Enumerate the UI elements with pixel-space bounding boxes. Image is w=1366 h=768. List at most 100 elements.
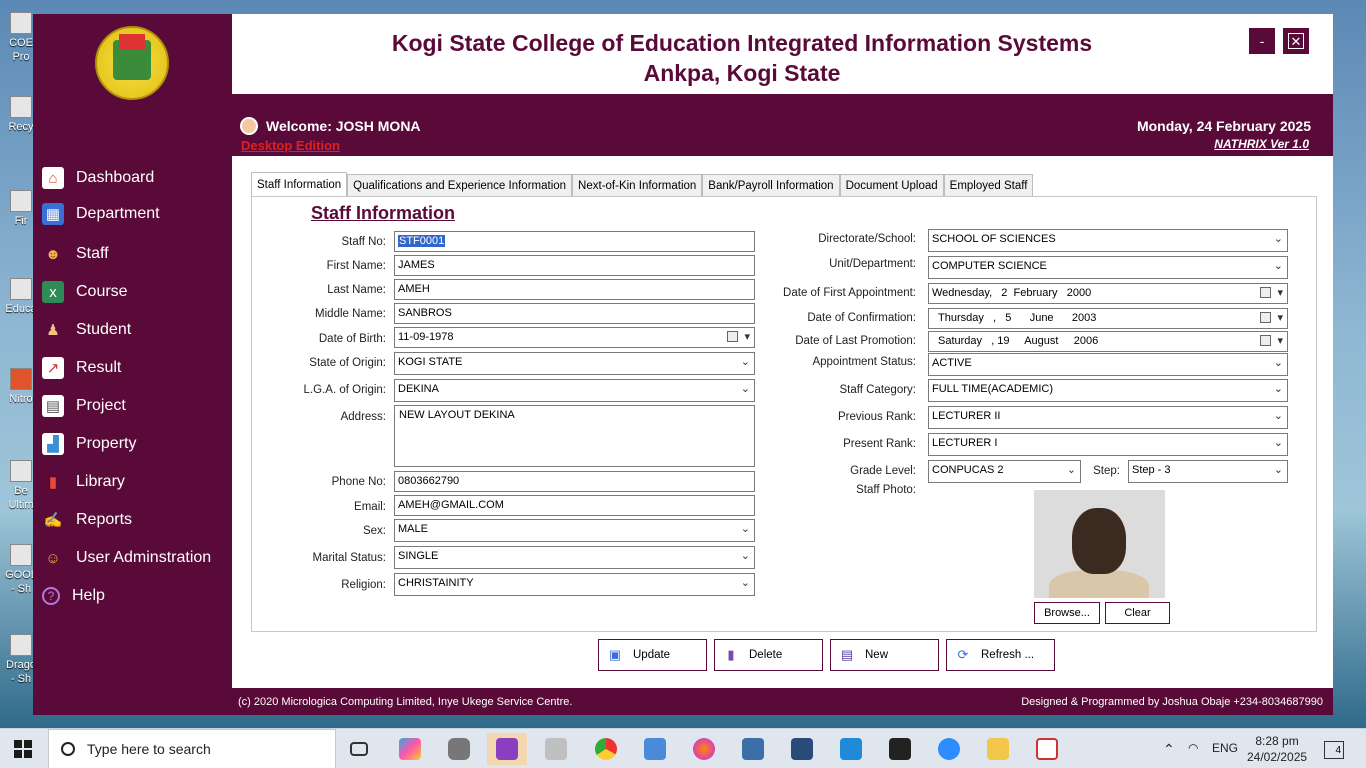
last-promotion-label: Date of Last Promotion:: [795, 335, 916, 347]
calendar-icon[interactable]: [727, 331, 738, 342]
chevron-down-icon[interactable]: ▾: [744, 330, 750, 343]
wifi-icon[interactable]: ◠: [1188, 741, 1198, 755]
new-button[interactable]: ▤ New: [830, 639, 939, 671]
taskbar-vscode[interactable]: [831, 733, 871, 765]
sidebar-item-result[interactable]: ↗ Result: [42, 353, 232, 383]
appointment-status-select[interactable]: ACTIVE ⌄: [928, 353, 1288, 376]
chevron-down-icon: ⌄: [1273, 437, 1283, 449]
app-icon: [10, 190, 32, 212]
language-indicator[interactable]: ENG: [1212, 741, 1238, 755]
last-promotion-picker[interactable]: Saturday , 19 August 2006 ▾: [928, 331, 1288, 352]
last-name-field[interactable]: AMEH: [394, 279, 755, 300]
python-icon: [742, 738, 764, 760]
religion-label: Religion:: [341, 579, 386, 591]
app-header: Kogi State College of Education Integrat…: [232, 14, 1333, 94]
taskbar-clock[interactable]: 8:28 pm 24/02/2025: [1247, 733, 1307, 765]
taskbar-sql[interactable]: [782, 733, 822, 765]
tab-staff-information[interactable]: Staff Information: [251, 172, 348, 197]
last-name-label: Last Name:: [327, 284, 386, 296]
tab-document-upload[interactable]: Document Upload: [839, 174, 944, 197]
middle-name-field[interactable]: SANBROS: [394, 303, 755, 324]
people-icon: ☻: [45, 245, 61, 263]
previous-rank-label: Previous Rank:: [838, 411, 916, 423]
delete-button[interactable]: ▮ Delete: [714, 639, 823, 671]
grade-level-select[interactable]: CONPUCAS 2 ⌄: [928, 460, 1081, 483]
taskbar-firefox[interactable]: [684, 733, 724, 765]
browse-button[interactable]: Browse...: [1034, 602, 1100, 624]
sidebar-item-course[interactable]: x Course: [42, 277, 232, 307]
chevron-up-icon[interactable]: ⌃: [1163, 741, 1175, 758]
recycle-bin-icon: [10, 96, 32, 118]
calendar-icon[interactable]: [1260, 287, 1271, 298]
tab-next-of-kin[interactable]: Next-of-Kin Information: [572, 174, 703, 197]
taskbar-file-explorer[interactable]: [978, 733, 1018, 765]
taskbar-copilot[interactable]: [390, 733, 430, 765]
minimize-button[interactable]: -: [1249, 28, 1275, 54]
update-button[interactable]: ▣ Update: [598, 639, 707, 671]
first-name-field[interactable]: JAMES: [394, 255, 755, 276]
sidebar-item-student[interactable]: ♟ Student: [42, 315, 232, 345]
previous-rank-select[interactable]: LECTURER II ⌄: [928, 406, 1288, 429]
chevron-down-icon: ⌄: [1273, 410, 1283, 422]
sidebar-item-user-administration[interactable]: ☺ User Adminstration: [42, 543, 232, 573]
task-view-button[interactable]: [339, 733, 379, 765]
lga-origin-select[interactable]: DEKINA ⌄: [394, 379, 755, 402]
email-field[interactable]: AMEH@GMAIL.COM: [394, 495, 755, 516]
taskbar-visual-studio[interactable]: [487, 733, 527, 765]
taskbar-chrome[interactable]: [586, 733, 626, 765]
staff-category-select[interactable]: FULL TIME(ACADEMIC) ⌄: [928, 379, 1288, 402]
sidebar-item-property[interactable]: ▟ Property: [42, 429, 232, 459]
taskbar-search[interactable]: Type here to search: [48, 729, 336, 768]
app-icon: [1036, 738, 1058, 760]
chevron-down-icon[interactable]: ▾: [1277, 286, 1283, 299]
notification-icon[interactable]: 4: [1324, 741, 1344, 759]
new-document-icon: ▤: [840, 647, 854, 662]
tab-employed-staff[interactable]: Employed Staff: [943, 174, 1034, 197]
confirmation-date-picker[interactable]: Thursday , 5 June 2003 ▾: [928, 308, 1288, 329]
religion-select[interactable]: CHRISTAINITY ⌄: [394, 573, 755, 596]
sidebar-item-staff[interactable]: ☻ Staff: [42, 239, 232, 269]
avatar-icon: [240, 117, 258, 135]
taskbar-app[interactable]: [1027, 733, 1067, 765]
sidebar-item-help[interactable]: ? Help: [42, 581, 232, 611]
close-button[interactable]: ✕: [1283, 28, 1309, 54]
sidebar-item-department[interactable]: ▦ Department: [42, 199, 232, 229]
edition-link[interactable]: Desktop Edition: [241, 138, 340, 153]
staff-no-field[interactable]: STF0001: [394, 231, 755, 252]
sidebar-item-library[interactable]: ▮ Library: [42, 467, 232, 497]
clear-button[interactable]: Clear: [1105, 602, 1170, 624]
middle-name-label: Middle Name:: [315, 308, 386, 320]
refresh-button[interactable]: ⟳ Refresh ...: [946, 639, 1055, 671]
windows-start-button[interactable]: [14, 740, 32, 758]
first-appointment-picker[interactable]: Wednesday, 2 February 2000 ▾: [928, 283, 1288, 304]
directorate-select[interactable]: SCHOOL OF SCIENCES ⌄: [928, 229, 1288, 252]
unit-department-select[interactable]: COMPUTER SCIENCE ⌄: [928, 256, 1288, 279]
state-origin-select[interactable]: KOGI STATE ⌄: [394, 352, 755, 375]
taskbar-zoom[interactable]: [929, 733, 969, 765]
dob-label: Date of Birth:: [318, 333, 386, 345]
sidebar-item-dashboard[interactable]: ⌂ Dashboard: [42, 163, 232, 193]
phone-field[interactable]: 0803662790: [394, 471, 755, 492]
tab-qualifications[interactable]: Qualifications and Experience Informatio…: [347, 174, 573, 197]
sidebar-item-project[interactable]: ▤ Project: [42, 391, 232, 421]
staff-photo: [1034, 490, 1165, 598]
step-select[interactable]: Step - 3 ⌄: [1128, 460, 1288, 483]
address-textarea[interactable]: NEW LAYOUT DEKINA: [394, 405, 755, 467]
taskbar-terminal[interactable]: [880, 733, 920, 765]
chevron-down-icon[interactable]: ▾: [1277, 311, 1283, 324]
taskbar-network[interactable]: [635, 733, 675, 765]
marital-status-select[interactable]: SINGLE ⌄: [394, 546, 755, 569]
present-rank-select[interactable]: LECTURER I ⌄: [928, 433, 1288, 456]
calendar-icon[interactable]: [1260, 312, 1271, 323]
calendar-icon[interactable]: [1260, 335, 1271, 346]
tab-bank-payroll[interactable]: Bank/Payroll Information: [702, 174, 840, 197]
sex-select[interactable]: MALE ⌄: [394, 519, 755, 542]
app-icon: [10, 634, 32, 656]
staff-photo-label: Staff Photo:: [856, 484, 916, 496]
taskbar-tool[interactable]: [536, 733, 576, 765]
sidebar-item-reports[interactable]: ✍ Reports: [42, 505, 232, 535]
dob-picker[interactable]: 11-09-1978 ▾: [394, 327, 755, 348]
taskbar-python[interactable]: [733, 733, 773, 765]
chevron-down-icon[interactable]: ▾: [1277, 334, 1283, 347]
taskbar-database[interactable]: [439, 733, 479, 765]
